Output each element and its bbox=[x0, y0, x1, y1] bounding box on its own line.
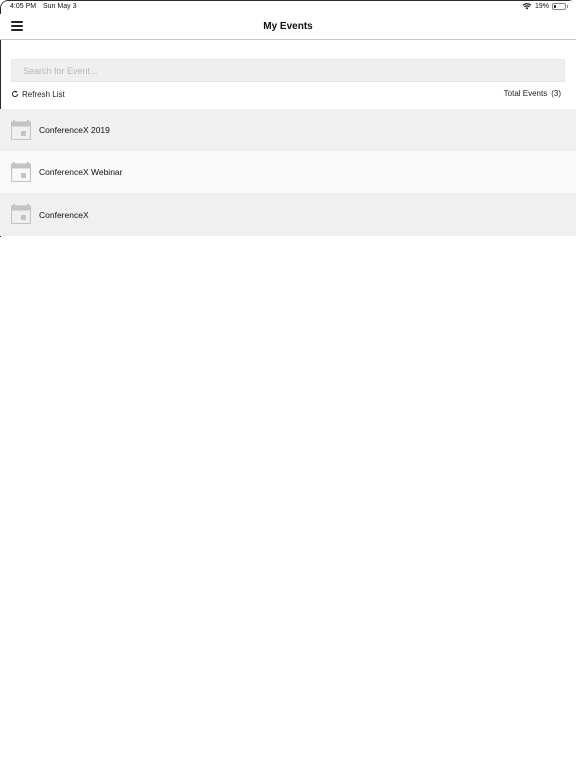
calendar-icon bbox=[11, 204, 31, 224]
event-row[interactable]: ConferenceX bbox=[0, 193, 576, 236]
status-bar: 4:05 PM Sun May 3 19% bbox=[0, 0, 576, 14]
event-name: ConferenceX 2019 bbox=[39, 125, 110, 135]
refresh-list-button[interactable]: Refresh List bbox=[11, 89, 65, 99]
app-screen: 4:05 PM Sun May 3 19% My Events Refresh … bbox=[0, 0, 576, 768]
battery-icon bbox=[552, 2, 568, 10]
event-name: ConferenceX Webinar bbox=[39, 167, 123, 177]
navigation-bar: My Events bbox=[0, 14, 576, 40]
calendar-icon bbox=[11, 120, 31, 140]
refresh-icon bbox=[12, 90, 19, 97]
battery-level-fill bbox=[554, 4, 556, 8]
status-indicators: 19% bbox=[522, 2, 568, 10]
event-list: ConferenceX 2019 ConferenceX Webinar Con… bbox=[0, 109, 576, 236]
total-events-label: Total Events bbox=[503, 89, 548, 98]
event-row[interactable]: ConferenceX Webinar bbox=[0, 151, 576, 193]
status-date: Sun May 3 bbox=[43, 3, 77, 10]
battery-percent: 19% bbox=[534, 2, 549, 10]
total-events-count: (3) bbox=[551, 89, 561, 98]
event-name: ConferenceX bbox=[39, 209, 89, 220]
search-input[interactable] bbox=[11, 59, 565, 82]
calendar-icon bbox=[11, 162, 31, 182]
status-time: 4:05 PM bbox=[10, 3, 37, 10]
total-events: Total Events (3) bbox=[504, 89, 561, 98]
refresh-list-label: Refresh List bbox=[22, 89, 65, 99]
event-row[interactable]: ConferenceX 2019 bbox=[0, 109, 576, 151]
wifi-icon bbox=[522, 3, 532, 10]
page-title: My Events bbox=[263, 21, 313, 32]
